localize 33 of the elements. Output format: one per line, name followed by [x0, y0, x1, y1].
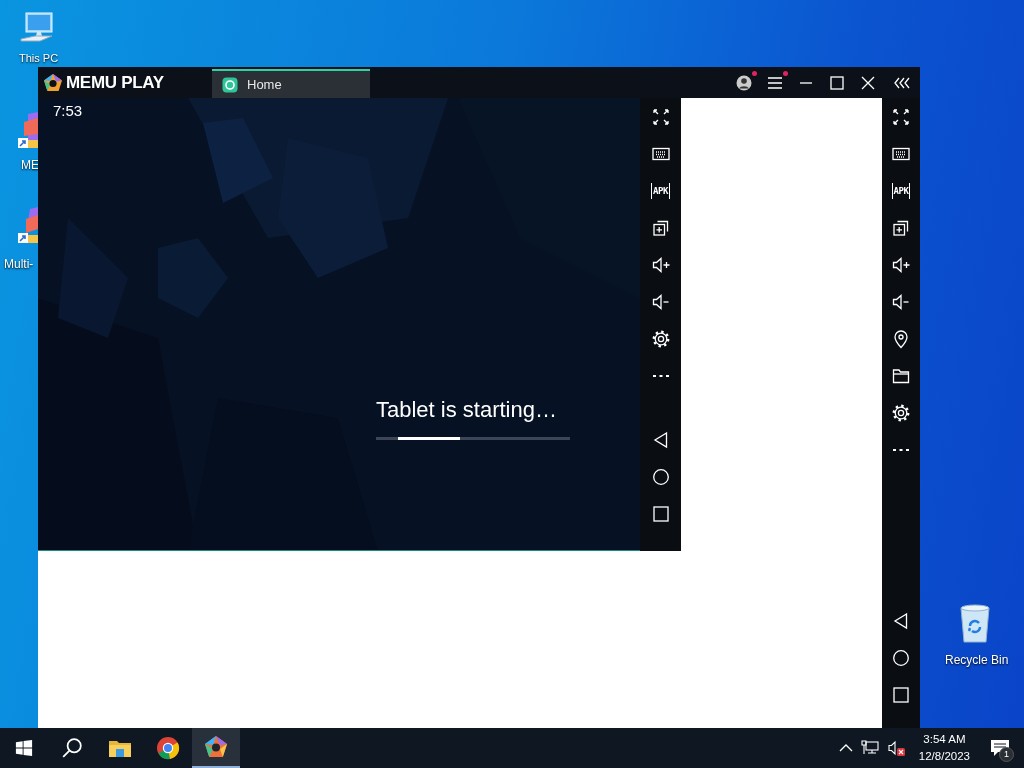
icon-label: Recycle Bin — [945, 653, 1009, 667]
logo-icon — [43, 72, 63, 93]
apk-button[interactable]: APK — [891, 182, 911, 199]
fullscreen-icon[interactable] — [891, 106, 911, 127]
tab[interactable]: Home — [212, 69, 370, 98]
settings-icon[interactable] — [650, 328, 671, 349]
muted-speaker-icon[interactable] — [886, 740, 905, 756]
recents-icon[interactable] — [891, 684, 911, 705]
icon-label: ME — [21, 158, 39, 172]
chevron-up-icon[interactable] — [838, 743, 853, 753]
clock-time[interactable]: 3:54 AM — [923, 731, 966, 748]
settings-icon[interactable] — [891, 402, 911, 423]
location-icon[interactable] — [891, 328, 911, 349]
home-icon[interactable] — [650, 466, 671, 487]
recents-icon[interactable] — [650, 503, 671, 524]
clock-date[interactable]: 12/8/2023 — [918, 748, 970, 765]
volume-down-icon[interactable] — [891, 291, 911, 312]
icon-label: Multi- — [4, 257, 34, 271]
logo-text: MEMU PLAY — [66, 72, 164, 93]
app-icon[interactable] — [192, 728, 240, 768]
network-icon[interactable] — [860, 740, 879, 756]
status-text: Tablet is starting… — [376, 397, 558, 423]
clock-text: 7:53 — [53, 102, 83, 119]
fullscreen-icon[interactable] — [650, 106, 671, 127]
home-icon[interactable] — [891, 647, 911, 668]
apk-button[interactable]: APK — [651, 182, 670, 199]
icon-label: This PC — [19, 52, 59, 64]
volume-up-icon[interactable] — [650, 254, 671, 275]
notification-count: 1 — [999, 747, 1014, 762]
volume-down-icon[interactable] — [650, 291, 671, 312]
app-icon — [222, 76, 238, 93]
volume-up-icon[interactable] — [891, 254, 911, 275]
account-icon[interactable] — [734, 72, 754, 93]
